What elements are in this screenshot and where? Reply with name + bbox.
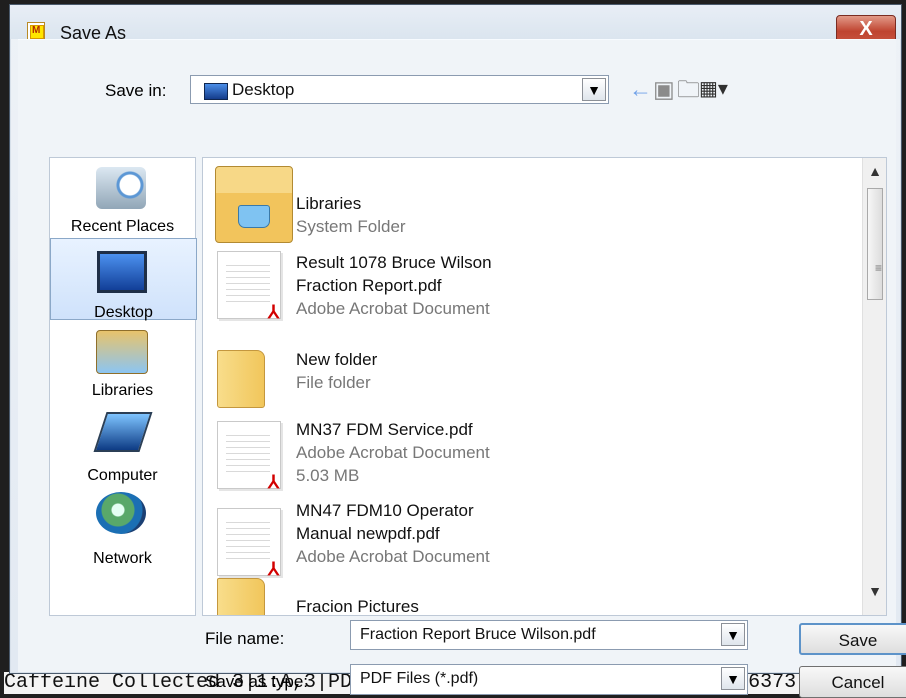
save-as-type-value: PDF Files (*.pdf) (360, 670, 479, 687)
back-icon[interactable]: ← (629, 78, 652, 101)
pdf-document-icon: ⅄ (217, 251, 281, 322)
file-name: New folder (296, 350, 378, 369)
pdf-document-icon: ⅄ (217, 508, 281, 579)
save-as-type-label: Save as type: (205, 672, 309, 691)
file-type: Adobe Acrobat Document (296, 547, 490, 566)
place-network[interactable]: Network (50, 488, 195, 568)
file-name-value: Fraction Report Bruce Wilson.pdf (360, 626, 596, 643)
save-as-type-dropdown-icon[interactable]: ▼ (721, 667, 745, 690)
dialog-content: Save in: Desktop ▼ ← ▣ 🗀 ▦▾ Recent Place… (18, 39, 906, 698)
pdf-document-icon: ⅄ (217, 421, 281, 492)
save-as-dialog: Save As X Save in: Desktop ▼ ← ▣ 🗀 ▦▾ Re… (9, 4, 906, 698)
libraries-icon (96, 330, 148, 374)
pdf-mark-icon: ⅄ (268, 472, 279, 492)
file-name-line2: Fraction Report.pdf (296, 276, 442, 295)
file-name-field[interactable]: Fraction Report Bruce Wilson.pdf ▼ (350, 620, 748, 650)
file-name: Fracion Pictures (296, 597, 419, 616)
scroll-grip-icon: ≡ (875, 261, 883, 275)
place-label: Recent Places (70, 218, 175, 235)
place-computer[interactable]: Computer (50, 404, 195, 484)
view-menu-icon[interactable]: ▦▾ (699, 78, 728, 100)
recent-places-icon (96, 167, 146, 209)
desktop-icon (204, 83, 228, 100)
scroll-thumb[interactable]: ≡ (867, 188, 883, 300)
place-label: Libraries (91, 382, 154, 399)
cancel-button[interactable]: Cancel (799, 666, 906, 698)
file-type: Adobe Acrobat Document (296, 299, 490, 318)
file-list[interactable]: Libraries System Folder ⅄ Result 1078 Br… (202, 157, 887, 616)
desktop-icon (97, 251, 147, 293)
up-one-level-icon[interactable]: ▣ (653, 78, 675, 101)
file-item-result-pdf[interactable]: ⅄ Result 1078 Bruce Wilson Fraction Repo… (203, 238, 863, 322)
place-desktop[interactable]: Desktop (50, 238, 197, 321)
file-name-line1: MN47 FDM10 Operator (296, 501, 474, 520)
file-item-libraries[interactable]: Libraries System Folder (203, 166, 863, 246)
file-name-dropdown-icon[interactable]: ▼ (721, 623, 745, 646)
file-name-line2: Manual newpdf.pdf (296, 524, 440, 543)
place-libraries[interactable]: Libraries (50, 320, 195, 400)
dropdown-arrow-icon[interactable]: ▼ (582, 78, 606, 101)
save-button[interactable]: Save (799, 623, 906, 655)
save-in-label: Save in: (105, 81, 167, 100)
file-item-mn47-pdf[interactable]: ⅄ MN47 FDM10 Operator Manual newpdf.pdf … (203, 495, 863, 579)
file-item-fracion-pictures[interactable]: Fracion Pictures (203, 578, 863, 616)
file-type: System Folder (296, 217, 406, 236)
file-name-line1: Result 1078 Bruce Wilson (296, 253, 492, 272)
pdf-mark-icon: ⅄ (268, 559, 279, 579)
file-name: MN37 FDM Service.pdf (296, 420, 473, 439)
file-size: 5.03 MB (296, 466, 360, 485)
folder-icon (217, 578, 265, 615)
dialog-titlebar: Save As X (10, 5, 901, 45)
file-item-new-folder[interactable]: New folder File folder (203, 333, 863, 413)
place-recent-places[interactable]: Recent Places (50, 158, 195, 238)
save-in-value: Desktop (232, 80, 295, 99)
file-item-mn37-pdf[interactable]: ⅄ MN37 FDM Service.pdf Adobe Acrobat Doc… (203, 408, 863, 492)
computer-icon (93, 412, 153, 452)
pdf-mark-icon: ⅄ (268, 302, 279, 322)
save-as-type-dropdown[interactable]: PDF Files (*.pdf) ▼ (350, 664, 748, 695)
application-icon (27, 22, 45, 40)
new-folder-icon[interactable]: 🗀 (677, 78, 700, 101)
file-list-scrollbar[interactable]: ▲ ≡ ▼ (862, 158, 886, 615)
network-icon (96, 492, 146, 534)
libraries-folder-icon (215, 166, 293, 243)
scroll-down-icon[interactable]: ▼ (868, 583, 882, 599)
file-type: File folder (296, 373, 371, 392)
place-label: Computer (87, 467, 158, 484)
folder-icon (217, 350, 265, 408)
place-label: Network (93, 550, 152, 567)
scroll-up-icon[interactable]: ▲ (868, 163, 882, 179)
save-in-dropdown[interactable]: Desktop ▼ (190, 75, 609, 104)
places-sidebar: Recent Places Desktop Libraries Computer… (49, 157, 197, 616)
file-name-label: File name: (205, 629, 285, 648)
file-name: Libraries (296, 194, 362, 213)
file-type: Adobe Acrobat Document (296, 443, 490, 462)
